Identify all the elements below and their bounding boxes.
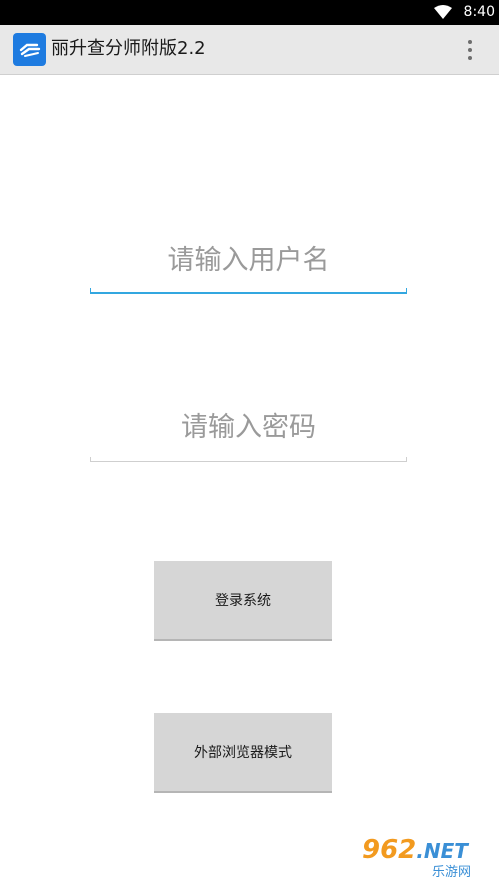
username-underline xyxy=(90,288,407,294)
menu-dot xyxy=(468,56,472,60)
password-underline xyxy=(90,457,407,462)
status-bar: 8:40 xyxy=(0,0,499,25)
wifi-icon xyxy=(434,5,452,19)
menu-dot xyxy=(468,48,472,52)
password-field-wrapper xyxy=(90,405,407,465)
overflow-menu-icon[interactable] xyxy=(460,37,480,63)
login-screen: 8:40 丽升查分师附版2.2 登 xyxy=(0,0,499,887)
watermark-subtext: 乐游网 xyxy=(432,865,472,880)
underline-tick xyxy=(406,288,407,294)
menu-dot xyxy=(468,40,472,44)
action-bar: 丽升查分师附版2.2 xyxy=(0,25,499,75)
watermark-suffix: .NET xyxy=(416,839,468,863)
external-browser-mode-button[interactable]: 外部浏览器模式 xyxy=(154,713,332,793)
password-input[interactable] xyxy=(90,405,407,451)
underline-tick xyxy=(90,457,91,462)
watermark-logo: 962.NET xyxy=(362,835,468,866)
login-button[interactable]: 登录系统 xyxy=(154,561,332,641)
app-logo-mark xyxy=(19,43,41,57)
status-time: 8:40 xyxy=(463,4,495,20)
app-logo-icon xyxy=(13,33,46,66)
username-input[interactable] xyxy=(90,238,407,284)
username-field-wrapper xyxy=(90,238,407,298)
underline-tick xyxy=(406,457,407,462)
app-title: 丽升查分师附版2.2 xyxy=(51,38,206,59)
underline-tick xyxy=(90,288,91,294)
watermark-number: 962 xyxy=(362,835,417,865)
site-watermark: 962.NET 乐游网 xyxy=(362,835,496,883)
